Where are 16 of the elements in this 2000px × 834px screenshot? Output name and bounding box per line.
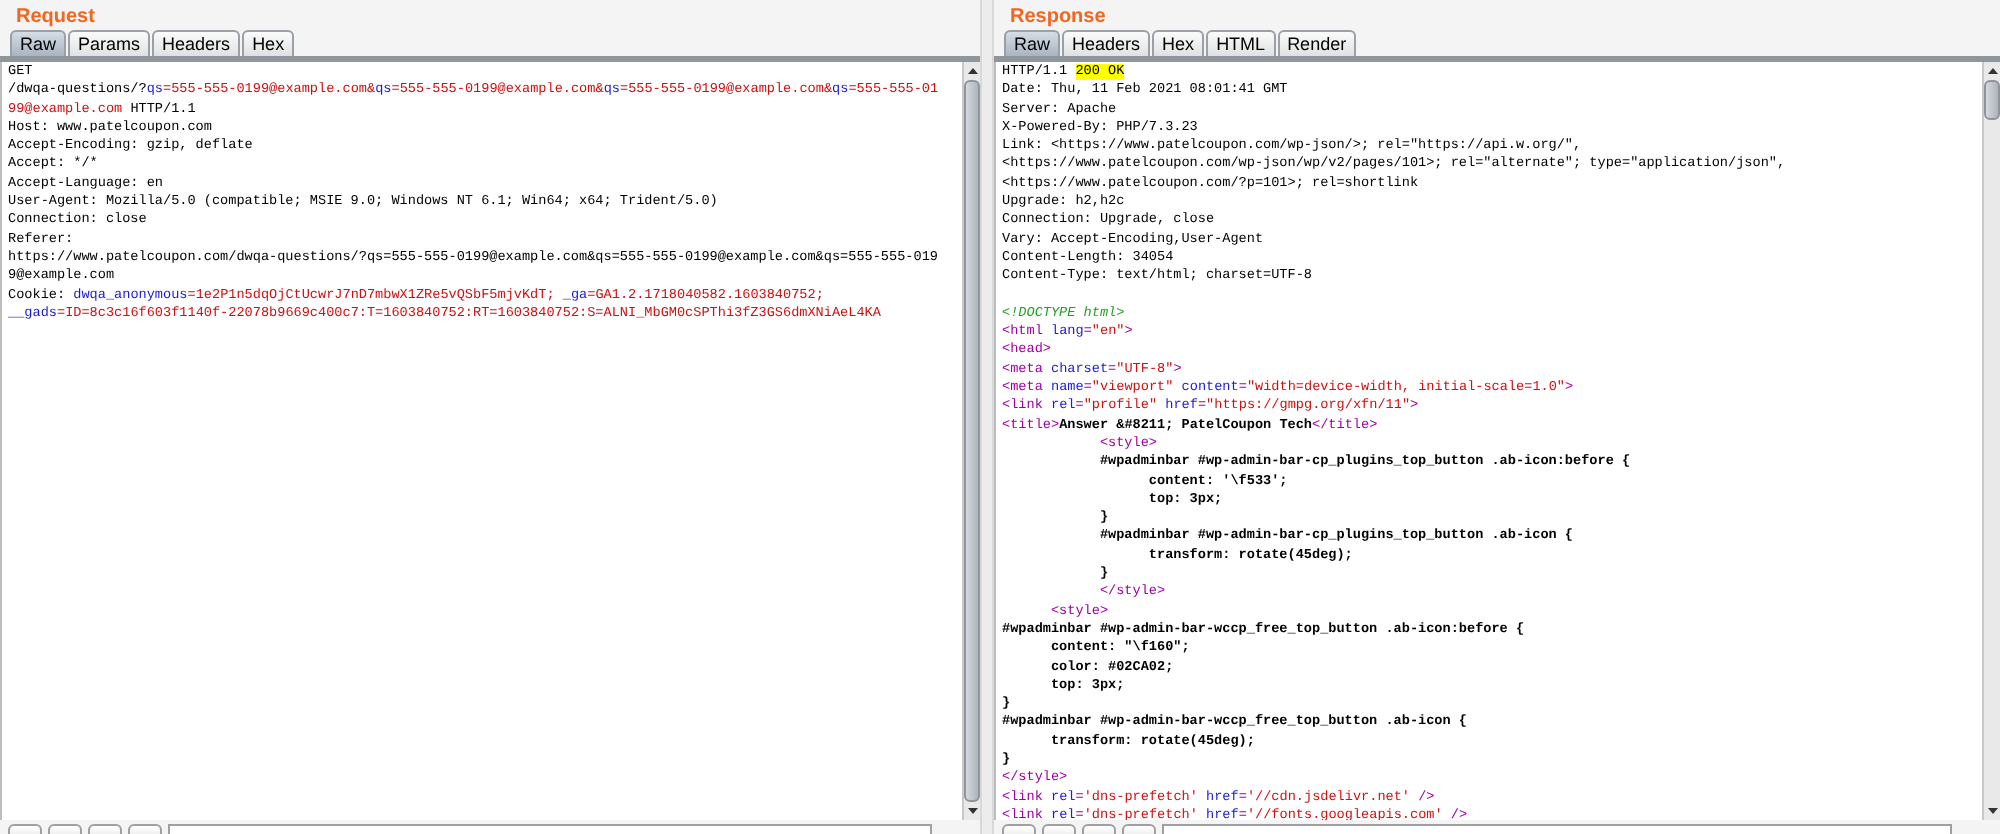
panel-title: Response	[1008, 4, 1108, 28]
scroll-down-icon[interactable]	[1985, 804, 1999, 818]
tab[interactable]: Headers	[1062, 30, 1151, 56]
tab[interactable]: Hex	[1152, 30, 1205, 56]
panel-title: Request	[14, 4, 97, 28]
scrollbar[interactable]	[1982, 62, 2000, 820]
scrollbar[interactable]	[962, 62, 980, 820]
scrollbar-thumb[interactable]	[964, 80, 980, 802]
tab[interactable]: Render	[1277, 30, 1357, 56]
tab[interactable]: Raw	[10, 30, 67, 56]
tab[interactable]: Hex	[242, 30, 295, 56]
scrollbar-thumb[interactable]	[1984, 80, 2000, 120]
tab[interactable]: HTML	[1206, 30, 1276, 56]
tab[interactable]: Params	[68, 30, 151, 56]
tab[interactable]: Raw	[1004, 30, 1061, 56]
tab[interactable]: Headers	[152, 30, 241, 56]
